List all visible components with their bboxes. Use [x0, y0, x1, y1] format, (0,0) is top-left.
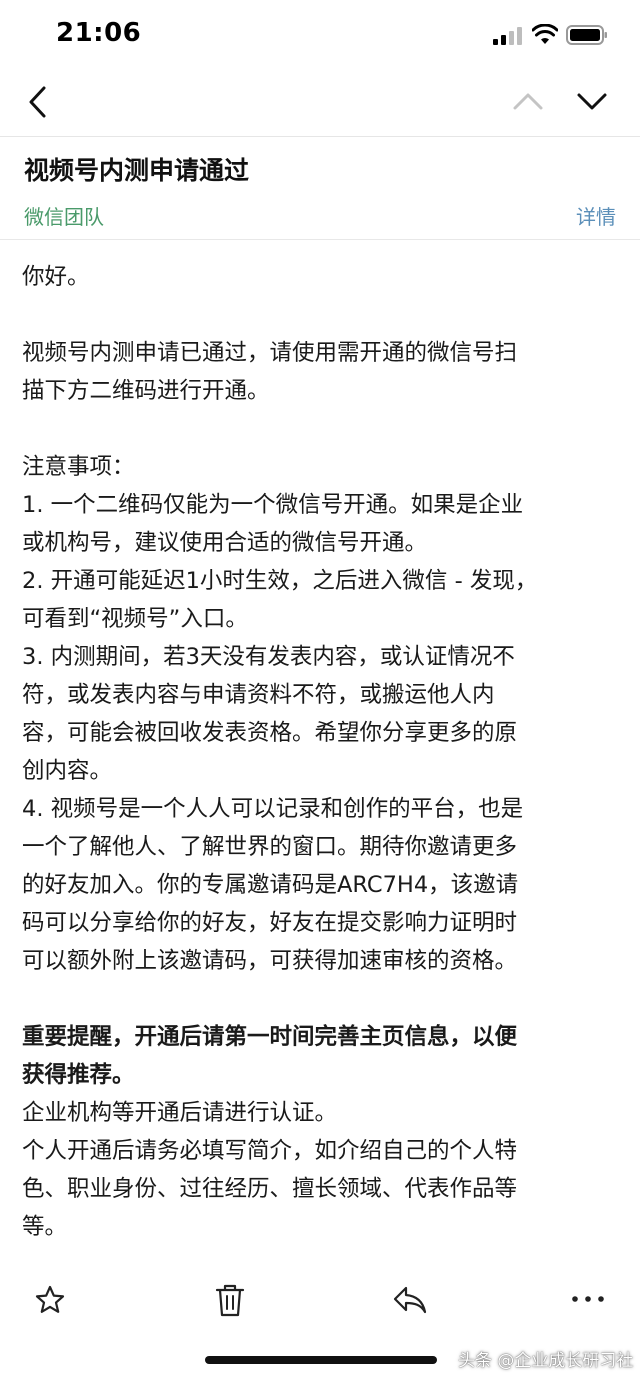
note1-line: 1. 一个二维码仅能为一个微信号开通。如果是企业 [22, 492, 524, 518]
mail-body: 你好。 视频号内测申请已通过，请使用需开通的微信号扫 描下方二维码进行开通。 注… [22, 258, 616, 1246]
status-time: 21:06 [56, 18, 142, 48]
signal-icon [493, 27, 522, 45]
mail-screen: 21:06 视频号内测申请通过 微信团队 详情 你好。 视频号内测申请已通过，请… [0, 0, 640, 1385]
note1-line: 或机构号，建议使用合适的微信号开通。 [22, 530, 428, 556]
note4-line: 4. 视频号是一个人人可以记录和创作的平台，也是 [22, 796, 524, 822]
note4-line: 码可以分享给你的好友，好友在提交影响力证明时 [22, 910, 518, 936]
greeting: 你好。 [22, 264, 90, 290]
note3-line: 符，或发表内容与申请资料不符，或搬运他人内 [22, 682, 495, 708]
chevron-left-icon[interactable] [22, 84, 56, 120]
note3-line: 容，可能会被回收发表资格。希望你分享更多的原 [22, 720, 518, 746]
trash-icon[interactable] [214, 1282, 246, 1318]
enterprise-line: 企业机构等开通后请进行认证。 [22, 1100, 338, 1126]
watermark: 头条 @企业成长研习社 [458, 1351, 634, 1371]
note4-line: 的好友加入。你的专属邀请码是ARC7H4，该邀请 [22, 872, 519, 898]
reply-icon[interactable] [392, 1284, 428, 1316]
mail-header: 视频号内测申请通过 微信团队 详情 [0, 137, 640, 240]
personal-line: 个人开通后请务必填写简介，如介绍自己的个人特 [22, 1138, 518, 1164]
more-icon[interactable] [570, 1292, 606, 1306]
para1-line: 描下方二维码进行开通。 [22, 378, 270, 404]
chevron-up-icon[interactable] [510, 86, 546, 116]
note2-line: 2. 开通可能延迟1小时生效，之后进入微信 - 发现， [22, 568, 538, 594]
personal-line: 色、职业身份、过往经历、擅长领域、代表作品等 [22, 1176, 518, 1202]
note3-line: 3. 内测期间，若3天没有发表内容，或认证情况不 [22, 644, 515, 670]
mail-sender[interactable]: 微信团队 [24, 201, 104, 230]
nav-bar [0, 70, 640, 137]
home-indicator [205, 1356, 437, 1364]
note4-line: 一个了解他人、了解世界的窗口。期待你邀请更多 [22, 834, 518, 860]
details-link[interactable]: 详情 [576, 201, 616, 230]
note3-line: 创内容。 [22, 758, 113, 784]
wifi-icon [532, 24, 558, 44]
para1-line: 视频号内测申请已通过，请使用需开通的微信号扫 [22, 340, 518, 366]
chevron-down-icon[interactable] [574, 86, 610, 116]
reminder-line: 获得推荐。 [22, 1062, 135, 1088]
reminder-line: 重要提醒，开通后请第一时间完善主页信息，以便 [22, 1024, 518, 1050]
battery-icon [566, 25, 607, 45]
star-icon[interactable] [34, 1284, 66, 1316]
note4-line: 可以额外附上该邀请码，可获得加速审核的资格。 [22, 948, 518, 974]
mail-subject: 视频号内测申请通过 [24, 156, 250, 185]
note2-line: 可看到“视频号”入口。 [22, 606, 248, 632]
personal-line: 等。 [22, 1214, 68, 1240]
notes-title: 注意事项： [22, 454, 135, 480]
status-bar: 21:06 [0, 0, 640, 70]
